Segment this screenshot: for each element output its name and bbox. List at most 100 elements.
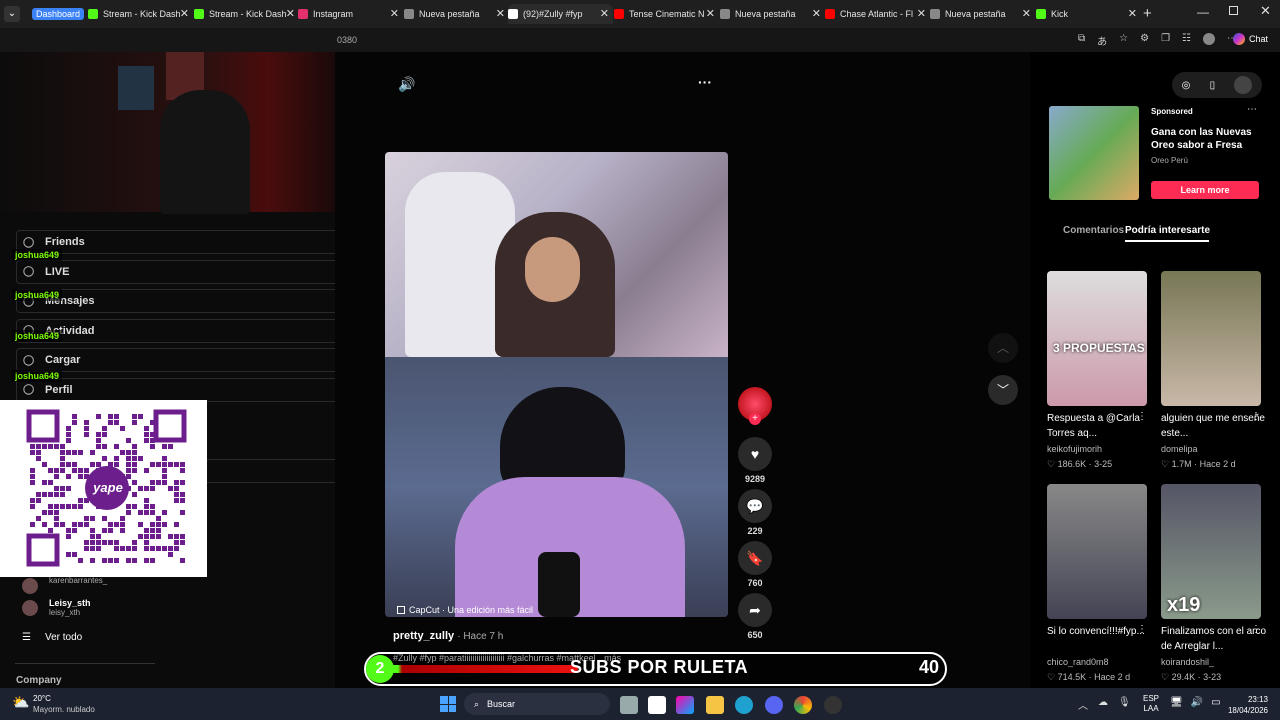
close-tab-icon[interactable]: ✕ — [180, 7, 189, 20]
see-all-link[interactable]: ☰ Ver todo — [22, 632, 82, 643]
recommended-video-thumbnail[interactable] — [1161, 271, 1261, 406]
close-tab-icon[interactable]: ✕ — [812, 7, 821, 20]
task-view-icon[interactable] — [620, 696, 638, 714]
recommended-video-user[interactable]: chico_rand0m8 — [1047, 657, 1159, 667]
recommended-video-user[interactable]: domelipa — [1161, 444, 1273, 454]
mic-icon[interactable]: 🎙 — [1118, 697, 1131, 712]
recommendation-more-icon[interactable]: ⋮ — [1251, 624, 1261, 635]
following-account[interactable]: karenbarrantes_ — [22, 576, 108, 594]
like-button[interactable]: ♥ — [738, 437, 772, 471]
capcut-icon — [397, 606, 405, 614]
browser-tab[interactable]: (92)#Zully #fyp ✕ — [508, 4, 613, 24]
chrome-icon[interactable] — [794, 696, 812, 714]
taskbar-search[interactable]: ⌕ Buscar — [464, 693, 610, 715]
sidebar-item-cargar[interactable]: ◯ Cargar — [16, 348, 356, 372]
tray-chevron-icon[interactable]: ︿ — [1078, 697, 1088, 712]
extensions-icon[interactable]: ⚙ — [1140, 33, 1149, 48]
sidebar-item-actividad[interactable]: ◯Actividad — [16, 318, 356, 343]
close-tab-icon[interactable]: ✕ — [1022, 7, 1031, 20]
open-app-icon[interactable]: ⧉ — [1078, 33, 1085, 48]
browser-tab[interactable]: Nueva pestaña ✕ — [720, 4, 825, 24]
user-avatar-icon[interactable] — [1234, 76, 1253, 94]
language-indicator[interactable]: ESP LAA — [1143, 694, 1159, 714]
close-tab-icon[interactable]: ✕ — [496, 7, 505, 20]
close-tab-icon[interactable]: ✕ — [1128, 7, 1137, 20]
profile-avatar[interactable] — [1203, 33, 1216, 45]
maximize-button[interactable] — [1229, 6, 1238, 15]
browser-tab[interactable]: Kick ✕ — [1036, 4, 1141, 24]
browser-tab[interactable]: Instagram ✕ — [298, 4, 403, 24]
video-player[interactable]: CapCut · Una edición más fácil — [385, 152, 728, 617]
file-explorer-icon[interactable] — [706, 696, 724, 714]
next-video-button[interactable]: ﹀ — [988, 375, 1018, 405]
company-link[interactable]: Company — [16, 675, 62, 686]
time-text: Hace 7 h — [463, 631, 504, 642]
discord-icon[interactable] — [765, 696, 783, 714]
browser-tab[interactable]: Chase Atlantic - Fl ✕ — [825, 4, 930, 24]
recommendation-more-icon[interactable]: ⋮ — [1137, 624, 1147, 635]
activity-icon[interactable]: ◎ — [1182, 80, 1191, 91]
comment-icon: 💬 — [746, 497, 764, 514]
sponsored-more-icon[interactable]: ⋯ — [1247, 104, 1257, 115]
close-tab-icon[interactable]: ✕ — [917, 7, 926, 20]
store-icon[interactable] — [648, 696, 666, 714]
recommended-video-thumbnail[interactable] — [1047, 484, 1147, 619]
sidebar-item-live[interactable]: ◯ LIVE — [16, 259, 356, 284]
save-button[interactable]: 🔖 — [738, 541, 772, 575]
sidebar-item-friends[interactable]: ◯ Friends — [16, 230, 356, 254]
device-icon[interactable]: ▯ — [1210, 80, 1216, 91]
translate-icon[interactable]: あ — [1097, 33, 1107, 48]
recommended-video-thumbnail[interactable]: x19 — [1161, 484, 1261, 619]
copilot-chat-button[interactable]: Chat — [1233, 33, 1268, 45]
close-tab-icon[interactable]: ✕ — [706, 7, 715, 20]
close-tab-icon[interactable]: ✕ — [600, 7, 609, 20]
obs-icon[interactable] — [824, 696, 842, 714]
webcam-overlay — [0, 52, 335, 214]
volume-icon[interactable]: 🔊 — [398, 76, 415, 93]
close-tab-icon[interactable]: ✕ — [286, 7, 295, 20]
capcut-label[interactable]: CapCut · Una edición más fácil — [397, 605, 533, 615]
sponsored-thumbnail[interactable] — [1049, 106, 1139, 200]
new-tab-button[interactable]: + — [1143, 5, 1152, 22]
learn-more-button[interactable]: Learn more — [1151, 181, 1259, 199]
recommended-video-user[interactable]: keikofujimorih — [1047, 444, 1159, 454]
url-text[interactable]: 0380 — [337, 35, 357, 45]
browser-tab[interactable]: Nueva pestaña ✕ — [404, 4, 509, 24]
video-more-icon[interactable]: ··· — [698, 74, 712, 90]
system-icons[interactable]: 🖥 🔊 ▭ — [1170, 697, 1221, 708]
collections-icon[interactable]: ❐ — [1161, 33, 1170, 48]
sponsored-title[interactable]: Gana con las Nuevas Oreo sabor a Fresa — [1151, 126, 1261, 152]
office-icon[interactable] — [676, 696, 694, 714]
close-tab-icon[interactable]: ✕ — [390, 7, 399, 20]
clock[interactable]: 23:13 18/04/2026 — [1226, 694, 1268, 716]
browser-tab[interactable]: Tense Cinematic N ✕ — [614, 4, 719, 24]
recommended-video-thumbnail[interactable]: 3 PROPUESTAS — [1047, 271, 1147, 406]
account-handle: karenbarrantes_ — [49, 576, 108, 585]
edge-icon[interactable] — [735, 696, 753, 714]
recommendation-more-icon[interactable]: ⋮ — [1137, 411, 1147, 422]
chat-label: Chat — [1249, 34, 1269, 44]
follow-plus-icon[interactable]: + — [749, 413, 761, 425]
onedrive-icon[interactable]: ☁ — [1098, 697, 1108, 712]
favorite-icon[interactable]: ☆ — [1119, 33, 1128, 48]
comment-button[interactable]: 💬 — [738, 489, 772, 523]
tab-comentarios[interactable]: Comentarios — [1063, 225, 1124, 236]
recommendation-more-icon[interactable]: ⋮ — [1251, 411, 1261, 422]
following-account[interactable]: Leisy_sth leisy_xth — [22, 598, 91, 617]
browser-tab[interactable]: Nueva pestaña ✕ — [930, 4, 1035, 24]
tab-podria-interesarte[interactable]: Podría interesarte — [1125, 225, 1210, 236]
weather-icon[interactable]: ⛅ — [12, 694, 29, 711]
tab-list-button[interactable]: ⌄ — [4, 6, 20, 22]
start-button[interactable] — [440, 696, 456, 712]
sidebar-item-mensajes[interactable]: ◯ Mensajes — [16, 289, 356, 313]
close-window-button[interactable]: ✕ — [1260, 3, 1271, 19]
video-author[interactable]: pretty_zully · Hace 7 h — [393, 630, 503, 642]
sidebar-item-perfil[interactable]: ◯ Perfil — [16, 377, 356, 402]
browser-tab[interactable]: Stream - Kick Dash ✕ — [194, 4, 299, 24]
share-button[interactable]: ➦ — [738, 593, 772, 627]
minimize-button[interactable]: — — [1197, 5, 1209, 19]
browser-tab[interactable]: Stream - Kick Dash ✕ — [88, 4, 193, 24]
favorites-list-icon[interactable]: ☷ — [1182, 33, 1191, 48]
previous-video-button[interactable]: ︿ — [988, 333, 1018, 363]
recommended-video-user[interactable]: koirandoshil_ — [1161, 657, 1273, 667]
